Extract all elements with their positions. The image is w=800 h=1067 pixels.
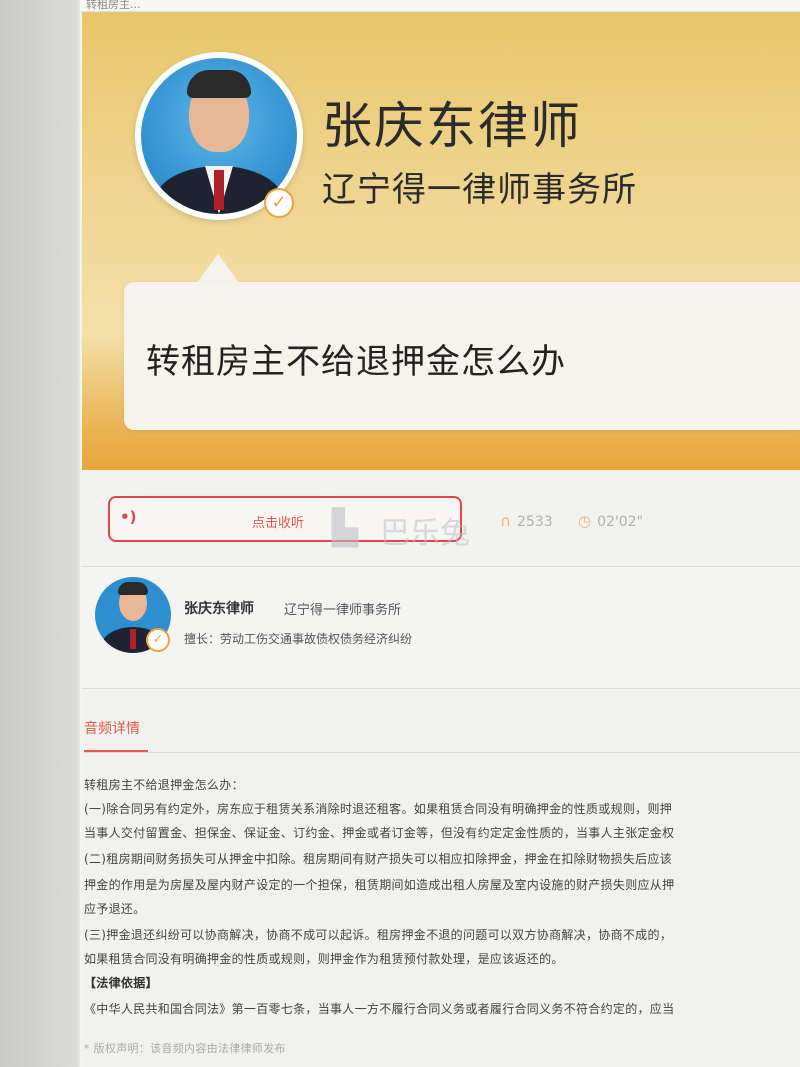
lawyer-name[interactable]: 张庆东律师 bbox=[322, 86, 582, 158]
lawyer-card[interactable] bbox=[82, 567, 800, 677]
section-divider bbox=[84, 752, 800, 753]
detail-paragraph: 如果租赁合同没有明确押金的性质或规则，则押金作为租赁预付款处理，是应该返还的。 bbox=[84, 952, 564, 966]
legal-basis-heading: 【法律依据】 bbox=[84, 976, 158, 990]
detail-paragraph: 应予退还。 bbox=[84, 902, 146, 916]
audio-duration-value: 02'02" bbox=[597, 514, 644, 530]
lawyer-card-specialty: 擅长：劳动工伤交通事故债权债务经济纠纷 bbox=[184, 632, 413, 646]
clock-icon: ◷ bbox=[578, 512, 592, 530]
lawyer-card-name[interactable]: 张庆东律师 bbox=[184, 598, 254, 618]
question-title: 转租房主不给退押金怎么办 bbox=[146, 342, 566, 382]
detail-paragraph: (一)除合同另有约定外，房东应于租赁关系消除时退还租客。如果租赁合同没有明确押金… bbox=[84, 802, 673, 816]
bubble-tail bbox=[196, 254, 240, 284]
detail-paragraph: 《中华人民共和国合同法》第一百零七条，当事人一方不履行合同义务或者履行合同义务不… bbox=[84, 1002, 675, 1016]
headphones-icon: ∩ bbox=[500, 512, 511, 530]
copyright-notice: * 版权声明：该音频内容由法律律师发布 bbox=[84, 1042, 286, 1055]
top-bar: 转租房主... bbox=[80, 0, 800, 12]
sound-wave-icon[interactable]: •) bbox=[120, 508, 136, 526]
detail-paragraph: 押金的作用是为房屋及屋内财产设定的一个担保，租赁期间如造成出租人房屋及室内设施的… bbox=[84, 878, 675, 892]
detail-paragraph: (三)押金退还纠纷可以协商解决，协商不成可以起诉。租房押金不退的问题可以双方协商… bbox=[84, 928, 673, 942]
watermark-text: 巴乐兔 bbox=[380, 516, 470, 551]
listen-count: ∩ 2533 bbox=[500, 512, 553, 530]
top-bar-text: 转租房主... bbox=[86, 0, 141, 11]
verified-check-icon: ✓ bbox=[264, 188, 294, 218]
firm-name: 辽宁得一律师事务所 bbox=[322, 170, 637, 210]
divider bbox=[82, 688, 800, 689]
verified-check-icon: ✓ bbox=[146, 628, 170, 652]
detail-paragraph: 转租房主不给退押金怎么办： bbox=[84, 778, 244, 792]
play-audio-label[interactable]: 点击收听 bbox=[252, 512, 304, 531]
detail-paragraph: (二)租房期间财务损失可从押金中扣除。租房期间有财产损失可以相应扣除押金，押金在… bbox=[84, 852, 673, 866]
page-edge bbox=[0, 0, 78, 1067]
lawyer-card-firm: 辽宁得一律师事务所 bbox=[284, 603, 402, 618]
section-title: 音频详情 bbox=[84, 721, 140, 737]
audio-duration: ◷ 02'02" bbox=[578, 512, 643, 530]
detail-paragraph: 当事人交付留置金、担保金、保证金、订约金、押金或者订金等，但没有约定定金性质的，… bbox=[84, 826, 675, 840]
watermark-logo-icon: ▙ bbox=[332, 508, 359, 548]
listen-count-value: 2533 bbox=[516, 514, 553, 530]
section-accent-bar bbox=[84, 750, 148, 752]
